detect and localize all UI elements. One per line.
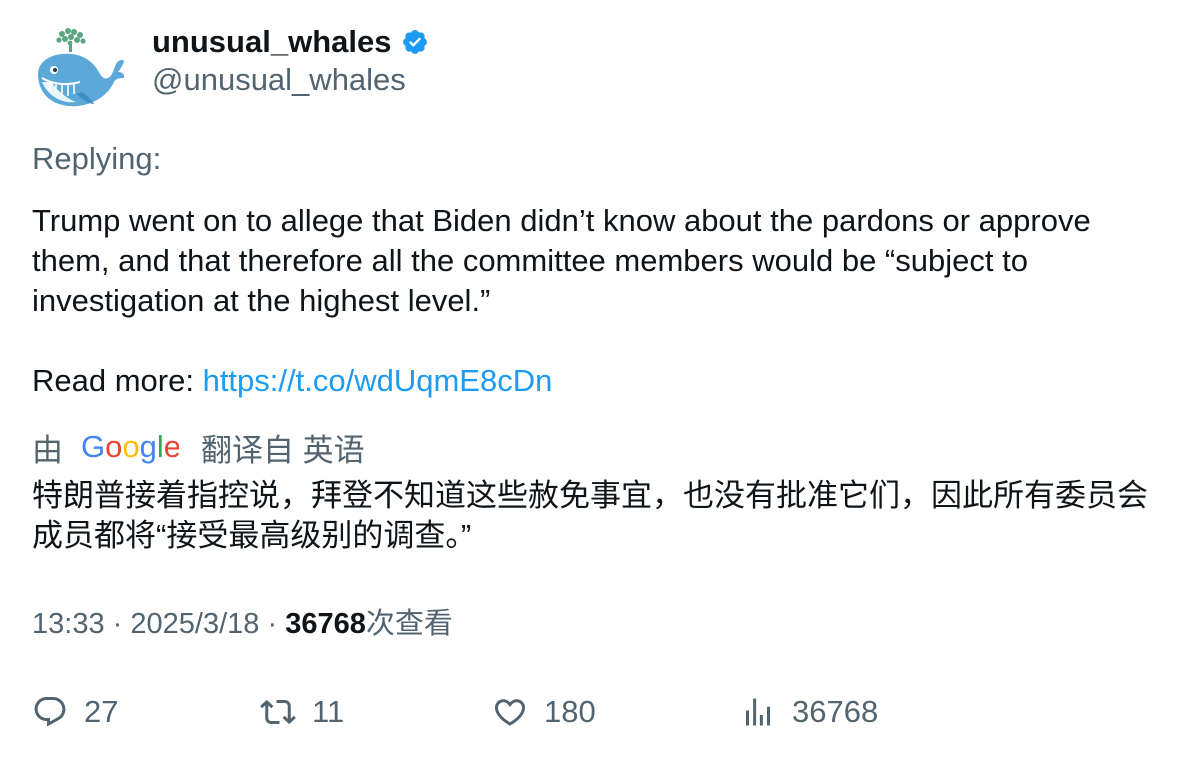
- meta-separator: ·: [112, 608, 123, 640]
- tweet-date[interactable]: 2025/3/18: [130, 608, 259, 640]
- google-logo-icon: Google: [81, 430, 179, 464]
- svg-text:Google: Google: [81, 430, 179, 464]
- translation-bar: 由 Google 翻译自 英语: [32, 425, 365, 469]
- author-name-row: unusual_whales: [152, 24, 429, 60]
- tweet-link[interactable]: https://t.co/wdUqmE8cDn: [203, 363, 553, 398]
- translation-by-label: 由: [32, 432, 63, 468]
- verified-badge-icon: [403, 30, 428, 54]
- retweet-button[interactable]: 11: [260, 690, 344, 734]
- whale-logo-icon: [38, 28, 125, 107]
- reply-button[interactable]: 27: [32, 690, 118, 734]
- retweet-icon: [260, 699, 296, 725]
- author-handle[interactable]: @unusual_whales: [152, 62, 406, 98]
- heart-icon: [494, 699, 526, 726]
- tweet-meta: 13:33 · 2025/3/18 · 36768次查看: [32, 604, 453, 644]
- tweet-text: Trump went on to allege that Biden didn’…: [32, 203, 1100, 318]
- views-action-count: 36768: [792, 694, 879, 729]
- meta-separator: ·: [267, 608, 278, 640]
- like-count: 180: [544, 694, 596, 729]
- tweet-actions: 27 11 180 36768: [32, 690, 1162, 734]
- translation-from-label: 翻译自 英语: [201, 432, 365, 468]
- author-display-name[interactable]: unusual_whales: [152, 24, 391, 60]
- like-button[interactable]: 180: [492, 690, 596, 734]
- views-button[interactable]: 36768: [740, 690, 878, 734]
- reply-count: 27: [84, 694, 119, 729]
- translated-text: 特朗普接着指控说，拜登不知道这些赦免事宜，也没有批准它们，因此所有委员会成员都将…: [32, 478, 1148, 553]
- replying-label: Replying:: [32, 141, 162, 176]
- read-more-label: Read more:: [32, 363, 203, 398]
- views-label: 次查看: [365, 608, 453, 640]
- retweet-count: 11: [312, 694, 345, 729]
- bar-chart-icon: [746, 698, 770, 726]
- reply-icon: [34, 697, 66, 727]
- views-count: 36768: [285, 608, 366, 640]
- tweet-time[interactable]: 13:33: [32, 608, 105, 640]
- read-more-line: Read more: https://t.co/wdUqmE8cDn: [32, 361, 552, 401]
- tweet-header: unusual_whales @unusual_whales: [32, 22, 732, 118]
- avatar[interactable]: [32, 24, 128, 120]
